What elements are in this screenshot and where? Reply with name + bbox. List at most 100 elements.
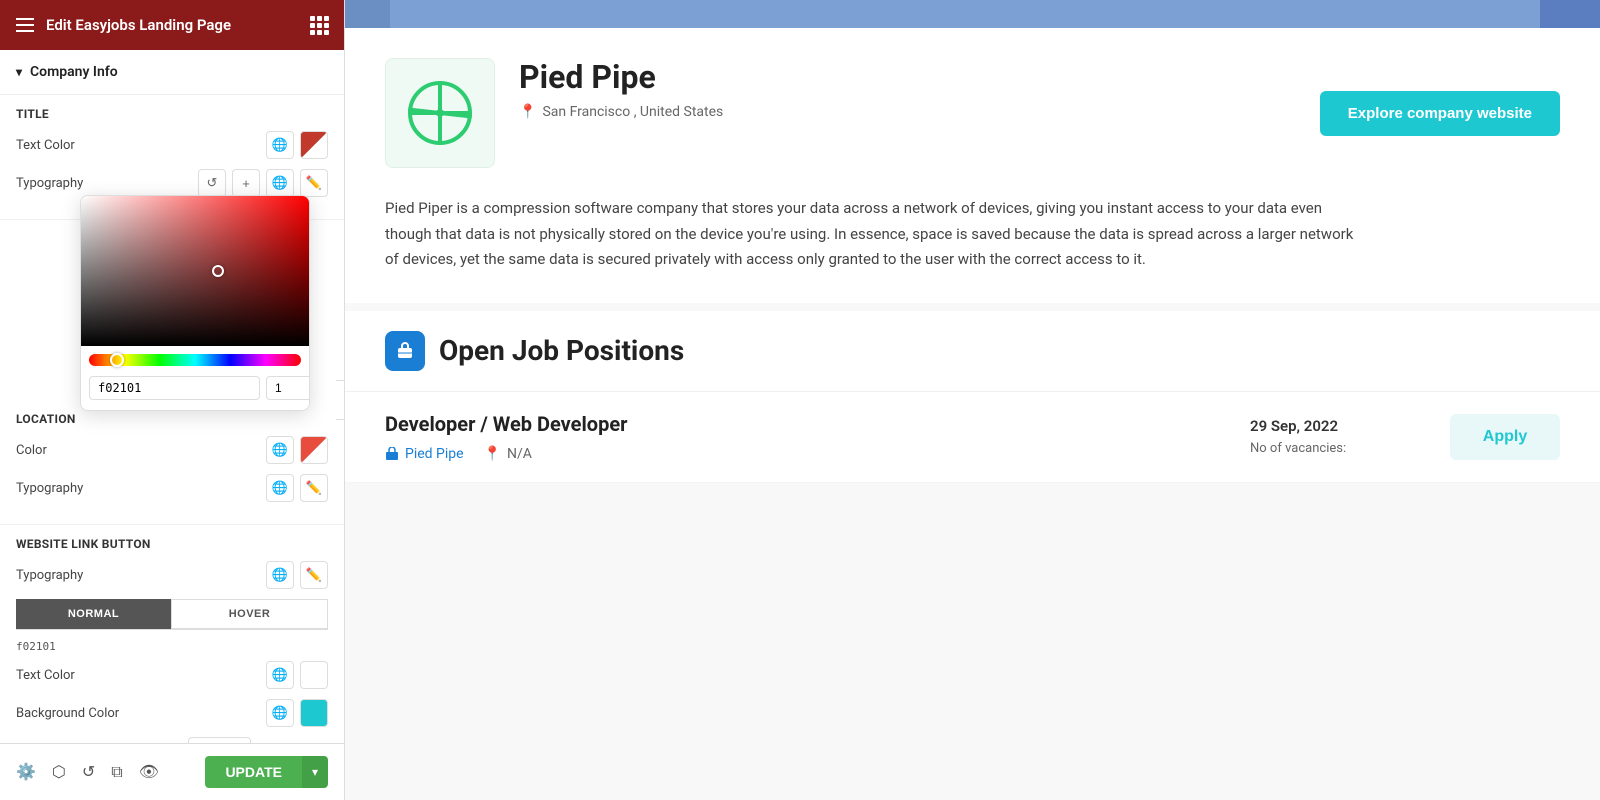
job-card-right: 29 Sep, 2022 No of vacancies:: [1250, 417, 1450, 456]
company-logo: [385, 58, 495, 168]
sidebar-title: Edit Easyjobs Landing Page: [46, 16, 231, 34]
sidebar-content: ▾ Company Info Title Text Color 🌐 Typogr…: [0, 50, 344, 743]
website-typography-row: Typography 🌐 ✏️: [16, 561, 328, 589]
location-color-label: Color: [16, 443, 47, 458]
eye-icon[interactable]: 👁: [139, 762, 159, 782]
history-icon[interactable]: ↺: [82, 762, 95, 782]
sidebar-footer: ⚙️ ⬡ ↺ ⧉ 👁 UPDATE ▾: [0, 743, 344, 800]
job-title: Developer / Web Developer: [385, 412, 1250, 436]
title-label: Title: [16, 107, 328, 121]
copy-icon[interactable]: ⧉: [111, 762, 122, 782]
hover-tab[interactable]: HOVER: [171, 599, 328, 629]
location-pin-icon: 📍: [519, 104, 536, 120]
job-company: Pied Pipe: [385, 446, 464, 462]
normal-hover-tabs: NORMAL HOVER: [16, 599, 328, 630]
update-dropdown-btn[interactable]: ▾: [302, 756, 328, 788]
update-button[interactable]: UPDATE: [205, 756, 302, 788]
typography-global-btn[interactable]: 🌐: [266, 169, 294, 197]
website-typography-controls: 🌐 ✏️: [266, 561, 328, 589]
section-label: Company Info: [30, 64, 118, 80]
company-location: 📍 San Francisco , United States: [519, 104, 1296, 120]
job-company-name: Pied Pipe: [405, 446, 464, 462]
typography-row: Typography ↺ + 🌐 ✏️: [16, 169, 328, 197]
web-typography-edit-btn[interactable]: ✏️: [300, 561, 328, 589]
top-bar-tab: [345, 0, 390, 28]
hamburger-icon[interactable]: [16, 18, 34, 32]
location-typography-label: Typography: [16, 481, 83, 496]
jobs-title: Open Job Positions: [439, 334, 684, 367]
color-spectrum-handle[interactable]: [212, 265, 224, 277]
website-bg-color-controls: 🌐: [266, 699, 328, 727]
location-color-global-btn[interactable]: 🌐: [266, 436, 294, 464]
location-label: Location: [16, 412, 328, 426]
typography-controls: ↺ + 🌐 ✏️: [198, 169, 328, 197]
web-typography-global-btn[interactable]: 🌐: [266, 561, 294, 589]
website-bg-color-row: Background Color 🌐: [16, 699, 328, 727]
web-bg-global-btn[interactable]: 🌐: [266, 699, 294, 727]
color-hue-slider[interactable]: [89, 354, 301, 366]
jobs-section: Open Job Positions Developer / Web Devel…: [345, 311, 1600, 483]
color-value-row: f02101: [16, 638, 328, 661]
loc-typography-edit-btn[interactable]: ✏️: [300, 474, 328, 502]
company-header: Pied Pipe 📍 San Francisco , United State…: [385, 58, 1560, 168]
grid-icon[interactable]: [310, 16, 328, 35]
text-color-swatch[interactable]: [300, 131, 328, 159]
color-spectrum[interactable]: [81, 196, 309, 346]
apply-button[interactable]: Apply: [1450, 414, 1560, 460]
job-card-left: Developer / Web Developer Pied Pipe 📍 N/…: [385, 412, 1250, 462]
text-color-global-btn[interactable]: 🌐: [266, 131, 294, 159]
top-bar: [345, 0, 1600, 28]
company-section: Pied Pipe 📍 San Francisco , United State…: [345, 28, 1600, 303]
website-text-color-controls: 🌐: [266, 661, 328, 689]
web-text-color-global-btn[interactable]: 🌐: [266, 661, 294, 689]
loc-typography-global-btn[interactable]: 🌐: [266, 474, 294, 502]
main-content: Pied Pipe 📍 San Francisco , United State…: [345, 0, 1600, 800]
location-typography-controls: 🌐 ✏️: [266, 474, 328, 502]
website-bg-color-label: Background Color: [16, 706, 119, 721]
website-text-color-label: Text Color: [16, 668, 75, 683]
company-description: Pied Piper is a compression software com…: [385, 196, 1365, 273]
sidebar-collapse-handle[interactable]: ‹: [336, 380, 345, 420]
web-bg-color-swatch[interactable]: [300, 699, 328, 727]
settings-icon[interactable]: ⚙️: [16, 762, 36, 782]
color-picker-overlay: [80, 195, 310, 411]
company-info-section-header[interactable]: ▾ Company Info: [0, 50, 344, 95]
layers-icon[interactable]: ⬡: [52, 762, 66, 782]
sidebar-header-left: Edit Easyjobs Landing Page: [16, 16, 231, 34]
company-info-right: Pied Pipe 📍 San Francisco , United State…: [519, 58, 1296, 120]
location-color-controls: 🌐: [266, 436, 328, 464]
color-opacity-input[interactable]: [266, 376, 310, 400]
location-subsection: Location Color 🌐 Typography 🌐 ✏️: [0, 400, 344, 525]
company-location-text: San Francisco , United States: [542, 104, 723, 120]
typography-label: Typography: [16, 176, 83, 191]
typography-refresh-btn[interactable]: ↺: [198, 169, 226, 197]
job-vacancies: No of vacancies:: [1250, 441, 1450, 456]
job-card: Developer / Web Developer Pied Pipe 📍 N/…: [345, 392, 1600, 483]
job-date: 29 Sep, 2022: [1250, 417, 1450, 435]
company-logo-svg: [405, 78, 475, 148]
sidebar-header: Edit Easyjobs Landing Page: [0, 0, 344, 50]
section-arrow-icon: ▾: [16, 65, 22, 79]
normal-tab[interactable]: NORMAL: [16, 599, 171, 629]
top-bar-right: [1540, 0, 1600, 28]
footer-icons: ⚙️ ⬡ ↺ ⧉ 👁: [16, 762, 159, 782]
border-type-select-wrapper: None Solid Dashed Dotted: [188, 737, 328, 743]
location-color-swatch[interactable]: [300, 436, 328, 464]
color-hue-handle[interactable]: [110, 353, 124, 367]
job-location-meta: 📍 N/A: [484, 446, 532, 462]
typography-edit-btn[interactable]: ✏️: [300, 169, 328, 197]
sidebar: Edit Easyjobs Landing Page ▾ Company Inf…: [0, 0, 345, 800]
color-value-text: f02101: [16, 640, 56, 653]
location-color-row: Color 🌐: [16, 436, 328, 464]
web-text-color-swatch[interactable]: [300, 661, 328, 689]
website-typography-label: Typography: [16, 568, 83, 583]
job-company-icon: [385, 447, 399, 461]
border-type-select[interactable]: None Solid Dashed Dotted: [188, 737, 251, 743]
text-color-controls: 🌐: [266, 131, 328, 159]
jobs-header: Open Job Positions: [345, 311, 1600, 392]
typography-add-btn[interactable]: +: [232, 169, 260, 197]
company-name: Pied Pipe: [519, 58, 1296, 96]
text-color-label: Text Color: [16, 138, 75, 153]
explore-company-website-button[interactable]: Explore company website: [1320, 91, 1560, 136]
color-hex-input[interactable]: [89, 376, 260, 400]
